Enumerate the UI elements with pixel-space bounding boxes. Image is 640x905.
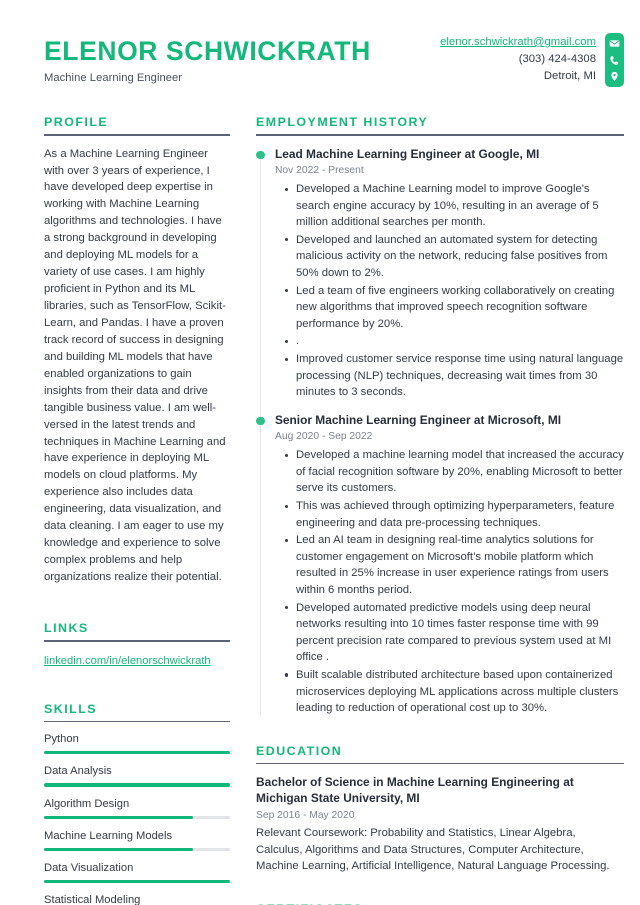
skill-label: Python	[44, 733, 79, 746]
employment-timeline: Lead Machine Learning Engineer at Google…	[256, 147, 624, 717]
contact-icon-rail	[605, 33, 624, 87]
skill-level-fill	[44, 847, 193, 851]
contact-phone: (303) 424-4308	[518, 53, 596, 66]
skill-level-track	[44, 751, 230, 755]
employment-title: Lead Machine Learning Engineer at Google…	[275, 146, 540, 161]
skill-level-fill	[44, 815, 193, 819]
section-divider	[256, 134, 624, 136]
sidebar-column: PROFILE As a Machine Learning Engineer w…	[44, 115, 230, 905]
section-profile: PROFILE As a Machine Learning Engineer w…	[44, 115, 230, 586]
entry-description: Relevant Coursework: Probability and Sta…	[256, 827, 610, 873]
skill-level-fill	[44, 879, 230, 884]
skill-row: Data Visualization	[44, 861, 230, 884]
section-title-education: EDUCATION	[256, 743, 343, 758]
resume-header: ELENOR SCHWICKRATH Machine Learning Engi…	[0, 0, 640, 87]
list-item: Led a team of five engineers working col…	[285, 283, 624, 333]
section-title-skills: SKILLS	[44, 701, 98, 716]
employment-entry: Senior Machine Learning Engineer at Micr…	[256, 413, 624, 717]
education-list: Bachelor of Science in Machine Learning …	[256, 775, 624, 875]
section-divider	[44, 639, 230, 642]
resume-body: PROFILE As a Machine Learning Engineer w…	[0, 115, 640, 905]
entry-dates: Sep 2016 - May 2020	[256, 810, 355, 822]
entry-title: Bachelor of Science in Machine Learning …	[256, 775, 574, 806]
section-title-employment: EMPLOYMENT HISTORY	[256, 115, 429, 129]
skill-label: Statistical Modeling	[44, 894, 141, 905]
section-title-profile: PROFILE	[44, 115, 109, 129]
list-item: Developed a Machine Learning model to im…	[285, 181, 624, 231]
skills-list: Python Data Analysis Algorithm Design Machi…	[44, 733, 230, 905]
section-divider	[44, 720, 230, 723]
skill-label: Algorithm Design	[44, 797, 130, 810]
skill-label: Data Visualization	[44, 861, 134, 874]
skill-level-track	[44, 815, 230, 819]
section-employment: EMPLOYMENT HISTORY Lead Machine Learning…	[256, 115, 624, 717]
employment-entry: Lead Machine Learning Engineer at Google…	[256, 147, 624, 401]
list-item: This was achieved through optimizing hyp…	[285, 498, 624, 531]
skill-label: Machine Learning Models	[44, 829, 173, 842]
header-job-title: Machine Learning Engineer	[44, 72, 183, 85]
skill-level-fill	[44, 751, 230, 755]
profile-text: As a Machine Learning Engineer with over…	[44, 147, 226, 584]
entry: Bachelor of Science in Machine Learning …	[256, 775, 624, 875]
jobs-list: Lead Machine Learning Engineer at Google…	[256, 147, 624, 717]
main-column: EMPLOYMENT HISTORY Lead Machine Learning…	[230, 115, 624, 905]
list-item: Built scalable distributed architecture …	[285, 667, 624, 717]
employment-dates: Nov 2022 - Present	[275, 165, 364, 177]
employment-title: Senior Machine Learning Engineer at Micr…	[275, 412, 562, 427]
list-item: Developed a machine learning model that …	[285, 447, 624, 497]
section-divider	[44, 134, 230, 136]
list-item: Improved customer service response time …	[285, 351, 624, 401]
contact-email[interactable]: elenor.schwickrath@gmail.com	[440, 34, 596, 51]
location-pin-icon	[609, 71, 620, 82]
skill-level-fill	[44, 783, 230, 787]
section-education: EDUCATION Bachelor of Science in Machine…	[256, 744, 624, 875]
skill-row: Algorithm Design	[44, 798, 230, 819]
list-item: Led an AI team in designing real-time an…	[285, 532, 624, 598]
skill-row: Machine Learning Models	[44, 830, 230, 851]
timeline-dot-icon	[256, 416, 265, 426]
employment-dates: Aug 2020 - Sep 2022	[275, 431, 373, 443]
header-contact: elenor.schwickrath@gmail.com (303) 424-4…	[440, 33, 640, 87]
contact-details: elenor.schwickrath@gmail.com (303) 424-4…	[440, 33, 605, 87]
section-skills: SKILLS Python Data Analysis Algorithm Desi…	[44, 702, 230, 905]
link-linkedin[interactable]: linkedin.com/in/elenorschwickrath	[44, 655, 211, 667]
employment-bullet-list: Developed a machine learning model that …	[275, 447, 624, 717]
timeline-dot-icon	[256, 150, 265, 160]
skill-level-track	[44, 783, 230, 787]
header-identity: ELENOR SCHWICKRATH Machine Learning Engi…	[44, 33, 371, 84]
phone-icon	[609, 55, 620, 66]
contact-location: Detroit, MI	[543, 70, 596, 83]
skill-label: Data Analysis	[44, 765, 112, 778]
resume-page: ELENOR SCHWICKRATH Machine Learning Engi…	[0, 0, 640, 905]
skill-level-track	[44, 847, 230, 851]
skill-level-track	[44, 879, 230, 884]
section-divider	[256, 762, 624, 765]
skill-row: Statistical Modeling	[44, 894, 230, 905]
list-item: Developed automated predictive models us…	[285, 600, 624, 666]
section-links: LINKS linkedin.com/in/elenorschwickrath	[44, 621, 230, 669]
list-item: Developed and launched an automated syst…	[285, 232, 624, 282]
envelope-icon	[609, 38, 620, 49]
skill-row: Data Analysis	[44, 765, 230, 787]
page-title: ELENOR SCHWICKRATH	[44, 36, 371, 66]
section-title-links: LINKS	[44, 620, 89, 635]
employment-bullet-list: Developed a Machine Learning model to im…	[275, 181, 624, 401]
list-item: .	[285, 333, 624, 350]
skill-row: Python	[44, 733, 230, 755]
